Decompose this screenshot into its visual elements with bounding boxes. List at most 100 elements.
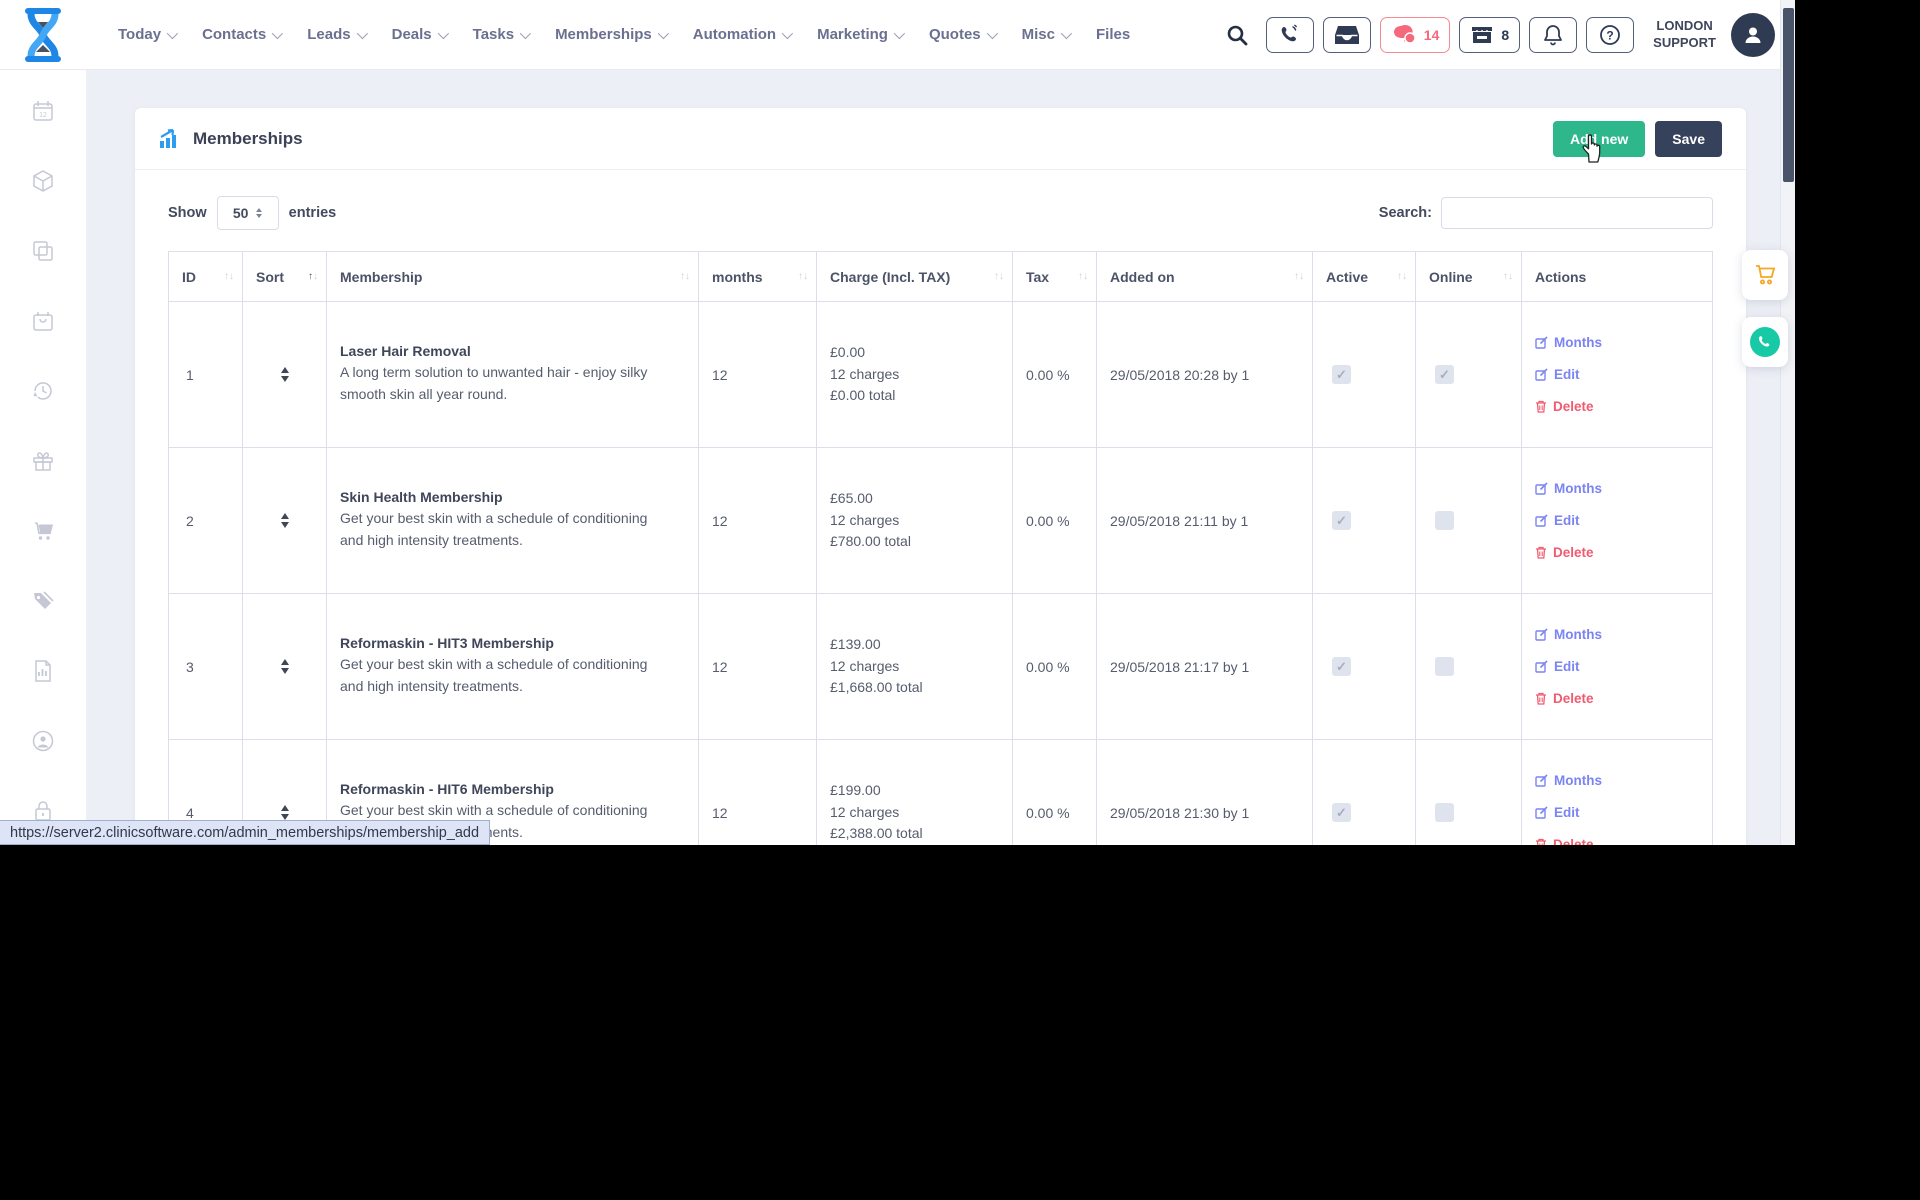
store-button[interactable]: 8	[1459, 17, 1520, 53]
trash-icon	[1535, 838, 1547, 845]
save-button[interactable]: Save	[1655, 121, 1722, 157]
nav-label: Quotes	[929, 26, 981, 43]
shopping-bag-icon[interactable]	[30, 308, 56, 334]
charge-count: 12 charges	[830, 802, 999, 824]
cell-membership: Laser Hair Removal A long term solution …	[327, 302, 699, 448]
package-icon[interactable]	[30, 168, 56, 194]
select-arrows-icon	[256, 208, 262, 218]
nav-automation[interactable]: Automation	[693, 26, 790, 43]
col-header-membership[interactable]: Membership↑↓	[327, 252, 699, 302]
reorder-handle-icon[interactable]	[256, 659, 313, 674]
active-checkbox[interactable]	[1332, 511, 1351, 530]
user-clock-icon[interactable]	[30, 728, 56, 754]
scrollbar-thumb[interactable]	[1783, 8, 1794, 182]
trash-icon	[1535, 546, 1547, 559]
online-checkbox[interactable]	[1435, 365, 1454, 384]
reorder-handle-icon[interactable]	[256, 805, 313, 820]
history-icon[interactable]	[30, 378, 56, 404]
cell-months: 12	[699, 302, 817, 448]
search-input[interactable]	[1441, 197, 1713, 229]
nav-label: Files	[1096, 26, 1130, 43]
nav-deals[interactable]: Deals	[392, 26, 446, 43]
edit-link[interactable]: Edit	[1535, 805, 1699, 820]
col-header-sort[interactable]: Sort↑↓	[243, 252, 327, 302]
header-actions: Add new Save	[1553, 121, 1722, 157]
help-button[interactable]: ?	[1586, 17, 1634, 53]
user-line2: SUPPORT	[1653, 35, 1716, 52]
months-link[interactable]: Months	[1535, 627, 1699, 642]
cart-icon[interactable]	[30, 518, 56, 544]
nav-quotes[interactable]: Quotes	[929, 26, 995, 43]
chat-messages-button[interactable]: 14	[1380, 17, 1451, 53]
charge-total: £780.00 total	[830, 531, 999, 553]
reorder-handle-icon[interactable]	[256, 367, 313, 382]
cell-added-on: 29/05/2018 20:28 by 1	[1097, 302, 1313, 448]
active-checkbox[interactable]	[1332, 657, 1351, 676]
cell-tax: 0.00 %	[1013, 594, 1097, 740]
col-header-id[interactable]: ID↑↓	[169, 252, 243, 302]
cell-tax: 0.00 %	[1013, 302, 1097, 448]
add-new-button[interactable]: Add new	[1553, 121, 1645, 157]
page-title: Memberships	[159, 129, 303, 149]
cell-sort	[243, 448, 327, 594]
chat-bubbles-icon	[1391, 25, 1417, 45]
user-avatar[interactable]	[1731, 13, 1775, 57]
floating-cart-button[interactable]	[1742, 250, 1788, 300]
months-link[interactable]: Months	[1535, 481, 1699, 496]
col-header-active[interactable]: Active↑↓	[1313, 252, 1416, 302]
page-size-select[interactable]: 50	[217, 196, 279, 230]
online-checkbox[interactable]	[1435, 803, 1454, 822]
copy-icon[interactable]	[30, 238, 56, 264]
nav-memberships[interactable]: Memberships	[555, 26, 666, 43]
reorder-handle-icon[interactable]	[256, 513, 313, 528]
edit-link[interactable]: Edit	[1535, 513, 1699, 528]
clinicsoftware-logo[interactable]	[0, 8, 86, 62]
nav-tasks[interactable]: Tasks	[473, 26, 528, 43]
report-icon[interactable]	[30, 658, 56, 684]
delete-link[interactable]: Delete	[1535, 399, 1699, 414]
delete-link[interactable]: Delete	[1535, 691, 1699, 706]
charge-amount: £199.00	[830, 780, 999, 802]
active-checkbox[interactable]	[1332, 803, 1351, 822]
nav-marketing[interactable]: Marketing	[817, 26, 902, 43]
col-header-online[interactable]: Online↑↓	[1416, 252, 1522, 302]
delete-link[interactable]: Delete	[1535, 545, 1699, 560]
nav-contacts[interactable]: Contacts	[202, 26, 280, 43]
col-header-charge[interactable]: Charge (Incl. TAX)↑↓	[817, 252, 1013, 302]
cell-id: 3	[169, 594, 243, 740]
nav-today[interactable]: Today	[118, 26, 175, 43]
edit-link[interactable]: Edit	[1535, 367, 1699, 382]
table-row: 2 Skin Health Membership Get your best s…	[169, 448, 1713, 594]
search-icon[interactable]	[1225, 23, 1249, 47]
page-scrollbar[interactable]	[1780, 0, 1795, 845]
cell-added-on: 29/05/2018 21:17 by 1	[1097, 594, 1313, 740]
col-header-added-on[interactable]: Added on↑↓	[1097, 252, 1313, 302]
col-header-months[interactable]: months↑↓	[699, 252, 817, 302]
active-checkbox[interactable]	[1332, 365, 1351, 384]
nav-misc[interactable]: Misc	[1022, 26, 1069, 43]
online-checkbox[interactable]	[1435, 657, 1454, 676]
online-checkbox[interactable]	[1435, 511, 1454, 530]
floating-phone-button[interactable]	[1742, 317, 1788, 367]
gift-icon[interactable]	[30, 448, 56, 474]
col-header-tax[interactable]: Tax↑↓	[1013, 252, 1097, 302]
charge-count: 12 charges	[830, 364, 999, 386]
months-link[interactable]: Months	[1535, 335, 1699, 350]
cell-tax: 0.00 %	[1013, 740, 1097, 846]
chevron-down-icon	[356, 27, 367, 38]
tags-icon[interactable]	[30, 588, 56, 614]
topbar-actions: 14 8 ?	[1225, 13, 1795, 57]
col-header-actions: Actions	[1522, 252, 1713, 302]
page-size-value: 50	[233, 205, 249, 221]
calendar-icon[interactable]: 12	[30, 98, 56, 124]
edit-link[interactable]: Edit	[1535, 659, 1699, 674]
nav-leads[interactable]: Leads	[307, 26, 364, 43]
phone-call-button[interactable]	[1266, 17, 1314, 53]
memberships-card: Memberships Add new Save Show 50 entries…	[135, 108, 1746, 845]
months-link[interactable]: Months	[1535, 773, 1699, 788]
inbox-button[interactable]	[1323, 17, 1371, 53]
delete-link[interactable]: Delete	[1535, 837, 1699, 845]
nav-label: Marketing	[817, 26, 888, 43]
notifications-button[interactable]	[1529, 17, 1577, 53]
nav-files[interactable]: Files	[1096, 26, 1130, 43]
